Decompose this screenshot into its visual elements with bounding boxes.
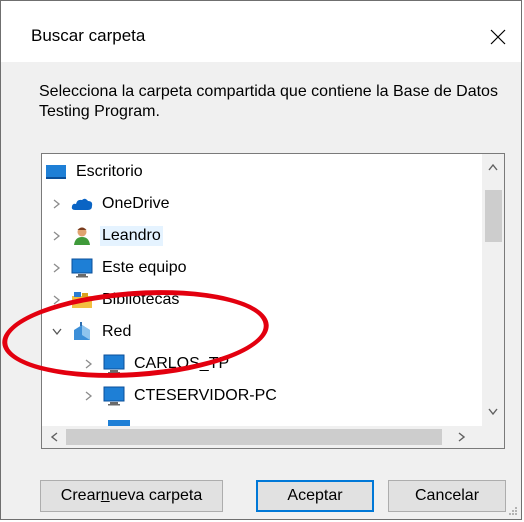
horizontal-scroll-thumb[interactable] xyxy=(66,429,442,445)
computer-icon xyxy=(70,258,94,278)
collapse-arrow-icon[interactable] xyxy=(50,325,64,339)
tree-item-onedrive[interactable]: OneDrive xyxy=(50,188,172,220)
horizontal-scrollbar[interactable] xyxy=(42,426,504,448)
computer-icon xyxy=(102,354,126,374)
desktop-icon xyxy=(44,162,68,182)
tree-item-label: CTESERVIDOR-PC xyxy=(134,387,277,404)
tree-item-label: Red xyxy=(102,323,132,340)
tree-item-label: Bibliotecas xyxy=(102,291,180,308)
dialog-description: Selecciona la carpeta compartida que con… xyxy=(39,83,498,120)
dialog-title: Buscar carpeta xyxy=(31,26,146,45)
expand-arrow-icon[interactable] xyxy=(50,293,64,307)
scroll-right-icon[interactable] xyxy=(454,430,468,444)
tree-item-red[interactable]: Red xyxy=(50,316,133,348)
close-icon xyxy=(490,29,506,45)
title-bar: Buscar carpeta xyxy=(1,1,521,62)
new-folder-button[interactable]: Crear n ueva carpeta xyxy=(40,480,223,512)
tree-item-escritorio[interactable]: Escritorio xyxy=(44,156,145,188)
cancel-button[interactable]: Cancelar xyxy=(388,480,506,512)
expand-arrow-icon[interactable] xyxy=(82,357,96,371)
expand-arrow-icon[interactable] xyxy=(50,197,64,211)
close-button[interactable] xyxy=(475,17,521,57)
computer-icon xyxy=(102,386,126,406)
tree-item-label: CARLOS_TP xyxy=(134,355,230,372)
tree-item-label: OneDrive xyxy=(102,195,170,212)
expand-arrow-icon[interactable] xyxy=(50,261,64,275)
new-folder-label-prefix: Crear xyxy=(60,487,101,504)
new-folder-label-suffix: ueva carpeta xyxy=(109,487,203,504)
tree-item-label: Este equipo xyxy=(102,259,187,276)
browse-folder-dialog: Buscar carpeta Selecciona la carpeta com… xyxy=(0,0,522,520)
scroll-down-icon[interactable] xyxy=(486,404,500,418)
vertical-scrollbar[interactable] xyxy=(482,154,504,426)
tree-item-leandro[interactable]: Leandro xyxy=(50,220,163,252)
new-folder-mnemonic: n xyxy=(100,487,110,504)
vertical-scroll-thumb[interactable] xyxy=(485,190,502,242)
network-icon xyxy=(70,322,94,342)
scroll-up-icon[interactable] xyxy=(486,160,500,174)
scroll-left-icon[interactable] xyxy=(47,430,61,444)
expand-arrow-icon[interactable] xyxy=(50,229,64,243)
tree-item-bibliotecas[interactable]: Bibliotecas xyxy=(50,284,181,316)
tree-item-label: Escritorio xyxy=(76,163,143,180)
cloud-icon xyxy=(70,194,94,214)
resize-grip-icon[interactable] xyxy=(508,506,518,516)
accept-button[interactable]: Aceptar xyxy=(256,480,374,512)
user-icon xyxy=(70,226,94,246)
expand-arrow-icon[interactable] xyxy=(82,389,96,403)
tree-item-label: Leandro xyxy=(100,226,163,246)
tree-item-cteservidor-pc[interactable]: CTESERVIDOR-PC xyxy=(82,380,279,412)
folder-tree[interactable]: Escritorio OneDrive Leandro Este equipo … xyxy=(41,153,505,449)
tree-item-este-equipo[interactable]: Este equipo xyxy=(50,252,189,284)
libraries-icon xyxy=(70,290,94,310)
tree-item-carlos-tp[interactable]: CARLOS_TP xyxy=(82,348,231,380)
